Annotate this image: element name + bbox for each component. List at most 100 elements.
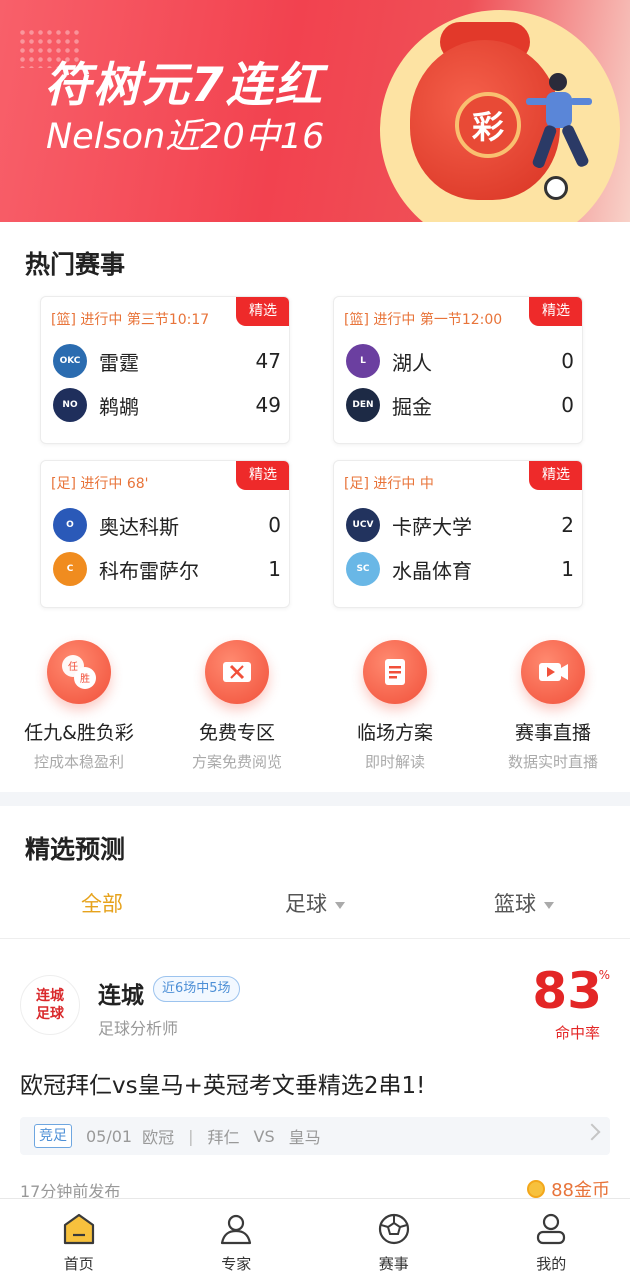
team-row: DEN 掘金 0	[346, 387, 574, 423]
team-row: C 科布雷萨尔 1	[53, 551, 281, 587]
team-score: 47	[255, 349, 281, 373]
nav-label: 赛事	[378, 1255, 409, 1273]
chevron-right-icon	[583, 1123, 601, 1141]
match-away: 皇马	[288, 1128, 321, 1147]
nav-games[interactable]: 赛事	[315, 1199, 473, 1280]
expert-record-tag: 近6场中5场	[153, 976, 240, 1002]
tab-label: 篮球	[494, 892, 536, 916]
team-score: 49	[255, 393, 281, 417]
banner-subline: Nelson近20中16	[46, 117, 325, 157]
featured-badge: 精选	[529, 461, 582, 490]
coin-icon	[527, 1180, 546, 1198]
team-name: 科布雷萨尔	[99, 558, 199, 583]
featured-badge: 精选	[529, 297, 582, 326]
game-status: [足] 进行中 中	[344, 476, 434, 492]
game-card-1[interactable]: [篮] 进行中 第三节10:17 精选 OKC 雷霆 47 NO 鹈鹕 49	[40, 296, 290, 444]
match-date: 05/01	[86, 1126, 133, 1146]
team-row: O 奥达科斯 0	[53, 507, 281, 543]
section-divider	[0, 792, 630, 806]
featured-badge: 精选	[236, 461, 289, 490]
match-vs: VS	[253, 1126, 275, 1146]
team-score: 0	[268, 513, 281, 537]
nav-label: 我的	[536, 1255, 567, 1273]
game-card-3[interactable]: [足] 进行中 68' 精选 O 奥达科斯 0 C 科布雷萨尔 1	[40, 460, 290, 608]
game-card-4[interactable]: [足] 进行中 中 精选 UCV 卡萨大学 2 SC 水晶体育 1	[333, 460, 583, 608]
caret-down-icon	[335, 901, 345, 909]
team-name: 卡萨大学	[392, 514, 472, 539]
hot-games-title: 热门赛事	[25, 250, 126, 279]
svg-text:任: 任	[68, 660, 78, 673]
entry-title: 免费专区	[198, 722, 275, 744]
team-name: 掘金	[392, 394, 432, 419]
expert-role: 足球分析师	[98, 1019, 179, 1038]
tab-basketball[interactable]: 篮球	[494, 888, 554, 918]
team-score: 1	[268, 557, 281, 581]
promo-banner[interactable]: 彩 符树元7连红 Nelson近20中16	[0, 0, 630, 222]
lakers-logo-icon: L	[346, 344, 380, 378]
prediction-headline[interactable]: 欧冠拜仁vs皇马+英冠考文垂精选2串1!	[20, 1066, 425, 1100]
team-row: L 湖人 0	[346, 343, 574, 379]
entry-title: 任九&胜负彩	[24, 722, 134, 744]
ticket-icon	[205, 640, 269, 704]
game-status: [足] 进行中 68'	[51, 476, 149, 492]
ucv-logo-icon: UCV	[346, 508, 380, 542]
match-info-bar[interactable]: 竞足 05/01 欧冠 | 拜仁 VS 皇马	[20, 1117, 610, 1155]
team-name: 奥达科斯	[99, 514, 179, 539]
team-row: OKC 雷霆 47	[53, 343, 281, 379]
game-status: [篮] 进行中 第三节10:17	[51, 312, 210, 328]
tab-football[interactable]: 足球	[285, 888, 345, 918]
document-icon	[363, 640, 427, 704]
predictions-title: 精选预测	[25, 835, 126, 864]
entry-free-zone[interactable]: 免费专区 方案免费阅览	[158, 640, 316, 772]
team-row: SC 水晶体育 1	[346, 551, 574, 587]
nav-home[interactable]: 首页	[0, 1199, 158, 1280]
nav-label: 专家	[221, 1255, 252, 1273]
audax-logo-icon: O	[53, 508, 87, 542]
entry-title: 赛事直播	[514, 722, 591, 744]
entry-lottery[interactable]: 任 胜 任九&胜负彩 控成本稳盈利	[0, 640, 158, 772]
expert-avatar[interactable]: 连城 足球	[20, 975, 80, 1035]
match-type-tag: 竞足	[34, 1124, 72, 1148]
match-home: 拜仁	[207, 1128, 240, 1147]
player-illustration	[526, 73, 592, 168]
nav-profile[interactable]: 我的	[473, 1199, 630, 1280]
nav-expert[interactable]: 专家	[158, 1199, 316, 1280]
team-name: 水晶体育	[392, 558, 472, 583]
featured-badge: 精选	[236, 297, 289, 326]
profile-icon	[537, 1213, 566, 1245]
entry-subtitle: 方案免费阅览	[191, 753, 282, 771]
entry-live-stream[interactable]: 赛事直播 数据实时直播	[474, 640, 630, 772]
team-score: 1	[561, 557, 574, 581]
separator: |	[188, 1126, 194, 1146]
nav-label: 首页	[63, 1255, 94, 1273]
sporting-cristal-logo-icon: SC	[346, 552, 380, 586]
team-name: 雷霆	[99, 350, 139, 375]
team-row: NO 鹈鹕 49	[53, 387, 281, 423]
team-row: UCV 卡萨大学 2	[346, 507, 574, 543]
tab-underline	[0, 938, 630, 939]
lottery-coin-icon: 彩	[455, 92, 521, 158]
pelicans-logo-icon: NO	[53, 388, 87, 422]
cobresal-logo-icon: C	[53, 552, 87, 586]
team-score: 2	[561, 513, 574, 537]
team-name: 鹈鹕	[99, 394, 139, 419]
expert-name[interactable]: 连城	[98, 976, 144, 1010]
game-card-2[interactable]: [篮] 进行中 第一节12:00 精选 L 湖人 0 DEN 掘金 0	[333, 296, 583, 444]
entry-subtitle: 即时解读	[364, 753, 425, 771]
lottery-icon: 任 胜	[47, 640, 111, 704]
soccer-ball-icon	[544, 176, 568, 200]
hit-rate-unit: %	[598, 968, 610, 982]
hit-rate-value: 83	[532, 962, 602, 1020]
expert-icon	[221, 1214, 252, 1245]
entry-subtitle: 控成本稳盈利	[33, 753, 124, 771]
entry-live-plan[interactable]: 临场方案 即时解读	[316, 640, 474, 772]
team-score: 0	[561, 349, 574, 373]
caret-down-icon	[544, 901, 554, 909]
avatar-line: 连城	[36, 988, 64, 1004]
banner-headline: 符树元7连红	[44, 58, 324, 113]
thunder-logo-icon: OKC	[53, 344, 87, 378]
team-name: 湖人	[392, 350, 432, 375]
tab-all[interactable]: 全部	[81, 888, 123, 918]
entry-title: 临场方案	[356, 722, 433, 744]
entry-subtitle: 数据实时直播	[507, 753, 598, 771]
